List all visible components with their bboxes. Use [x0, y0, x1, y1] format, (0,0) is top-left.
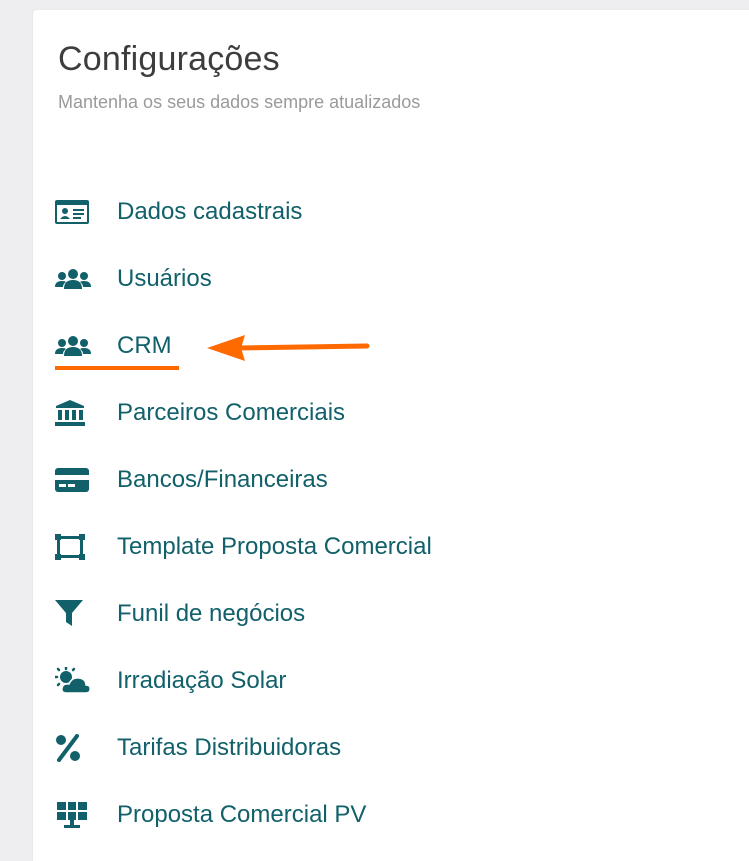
menu-item-label: Parceiros Comerciais: [117, 399, 346, 426]
menu-item-irradiacao-solar[interactable]: Irradiação Solar: [55, 666, 286, 696]
menu-item-parceiros-comerciais[interactable]: Parceiros Comerciais: [55, 398, 345, 428]
menu-item-template-proposta-comercial[interactable]: Template Proposta Comercial: [55, 532, 432, 562]
bank-icon: [55, 398, 91, 428]
menu-item-tarifas-distribuidoras[interactable]: Tarifas Distribuidoras: [55, 733, 341, 763]
crop-frame-icon: [55, 532, 91, 562]
settings-card: Configurações Mantenha os seus dados sem…: [33, 10, 749, 861]
solar-panel-icon: [55, 800, 91, 830]
credit-card-icon: [55, 465, 91, 495]
menu-item-label: Template Proposta Comercial: [117, 533, 432, 560]
annotation-arrow-icon: [207, 335, 370, 361]
menu-item-label: Proposta Comercial PV: [117, 801, 367, 828]
menu-item-proposta-comercial-pv[interactable]: Proposta Comercial PV: [55, 800, 366, 830]
menu-item-label: Tarifas Distribuidoras: [117, 734, 342, 761]
menu-item-bancos-financeiras[interactable]: Bancos/Financeiras: [55, 465, 328, 495]
percent-icon: [55, 733, 91, 763]
funnel-icon: [55, 599, 91, 629]
menu-item-label: Bancos/Financeiras: [117, 466, 328, 493]
menu-item-funil-de-negocios[interactable]: Funil de negócios: [55, 599, 305, 629]
menu-item-label: Irradiação Solar: [117, 667, 287, 694]
menu-item-label: Funil de negócios: [117, 600, 306, 627]
sun-cloud-icon: [55, 666, 91, 696]
